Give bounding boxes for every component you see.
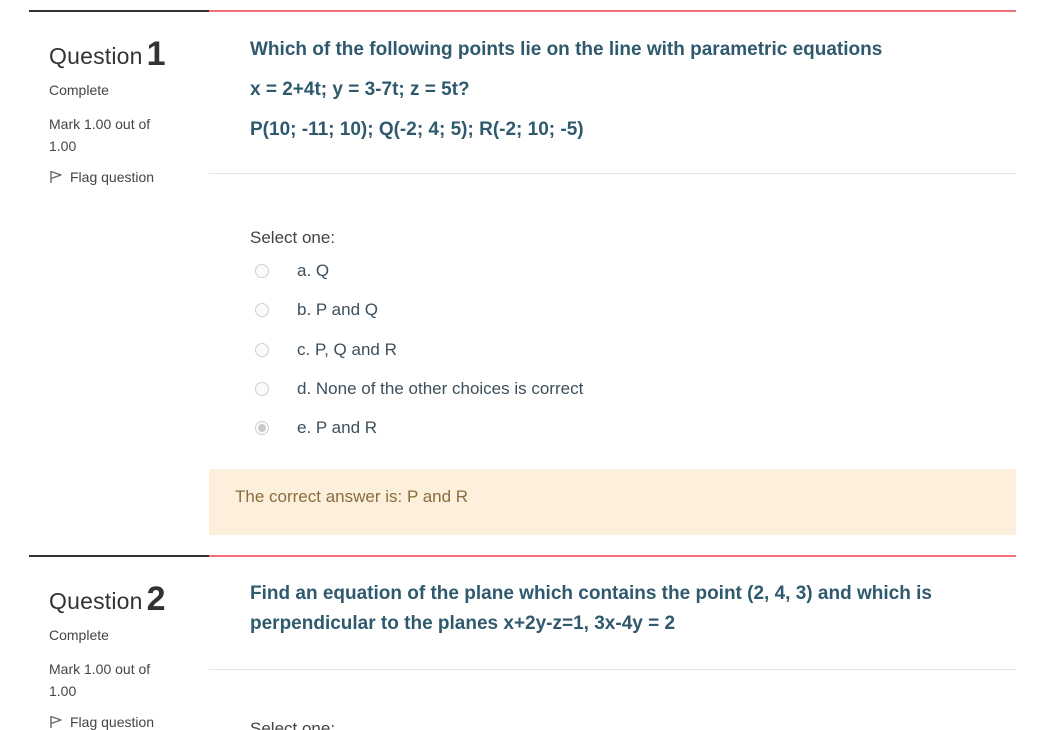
divider [209, 669, 1016, 670]
answer-option-b[interactable]: b. P and Q [255, 295, 755, 325]
flag-icon [50, 715, 62, 728]
answer-option-label: e. P and R [297, 418, 378, 437]
question-content: Find an equation of the plane which cont… [209, 555, 1016, 730]
radio-button[interactable] [255, 303, 269, 317]
question-text-line: P(10; -11; 10); Q(-2; 4; 5); R(-2; 10; -… [250, 119, 584, 140]
radio-button[interactable] [255, 343, 269, 357]
question-text-line: Find an equation of the plane which cont… [250, 583, 932, 604]
select-prompt: Select one: [250, 228, 336, 247]
question-text-line: Which of the following points lie on the… [250, 39, 883, 60]
question-info: Question 2 Complete Mark 1.00 out of 1.00… [29, 555, 209, 730]
radio-button-selected[interactable] [255, 421, 269, 435]
answer-option-label: b. P and Q [297, 300, 378, 319]
answer-option-d[interactable]: d. None of the other choices is correct [255, 374, 755, 404]
question-text-line: perpendicular to the planes x+2y-z=1, 3x… [250, 613, 676, 634]
question-number: Question 1 [49, 34, 166, 73]
flag-question-label: Flag question [70, 714, 155, 730]
question-text-line: x = 2+4t; y = 3-7t; z = 5t? [250, 79, 470, 100]
question-label: Question [49, 43, 143, 69]
answer-option-label: a. Q [297, 261, 330, 280]
answer-option-c[interactable]: c. P, Q and R [255, 335, 755, 365]
quiz-review-page: Question 1 Complete Mark 1.00 out of 1.00… [0, 0, 1043, 730]
answer-option-label: d. None of the other choices is correct [297, 379, 584, 398]
correct-answer-feedback: The correct answer is: P and R [209, 469, 1016, 535]
flag-icon [50, 170, 62, 183]
divider [209, 173, 1016, 174]
flag-question-link[interactable]: Flag question [49, 169, 154, 185]
question-number-value: 1 [146, 35, 166, 73]
answer-option-a[interactable]: a. Q [255, 256, 755, 286]
answer-option-label: c. P, Q and R [297, 340, 397, 359]
question-grade: Mark 1.00 out of 1.00 [49, 116, 151, 154]
flag-question-link[interactable]: Flag question [49, 714, 154, 730]
question-grade: Mark 1.00 out of 1.00 [49, 661, 151, 699]
question-number: Question 2 [49, 579, 166, 618]
question-text: Find an equation of the plane which cont… [250, 579, 986, 639]
question-2: Question 2 Complete Mark 1.00 out of 1.00… [29, 555, 1016, 730]
question-text: Which of the following points lie on the… [250, 30, 986, 150]
question-1: Question 1 Complete Mark 1.00 out of 1.00… [29, 10, 1016, 535]
question-number-value: 2 [146, 580, 166, 618]
select-prompt: Select one: [250, 719, 336, 730]
radio-button[interactable] [255, 382, 269, 396]
question-info: Question 1 Complete Mark 1.00 out of 1.00… [29, 10, 209, 537]
question-state: Complete [49, 627, 109, 643]
question-label: Question [49, 588, 143, 614]
answer-option-e[interactable]: e. P and R [255, 413, 755, 443]
question-state: Complete [49, 82, 109, 98]
flag-question-label: Flag question [70, 169, 155, 185]
question-content: Which of the following points lie on the… [209, 10, 1016, 537]
feedback-text: The correct answer is: P and R [235, 487, 469, 506]
radio-button[interactable] [255, 264, 269, 278]
